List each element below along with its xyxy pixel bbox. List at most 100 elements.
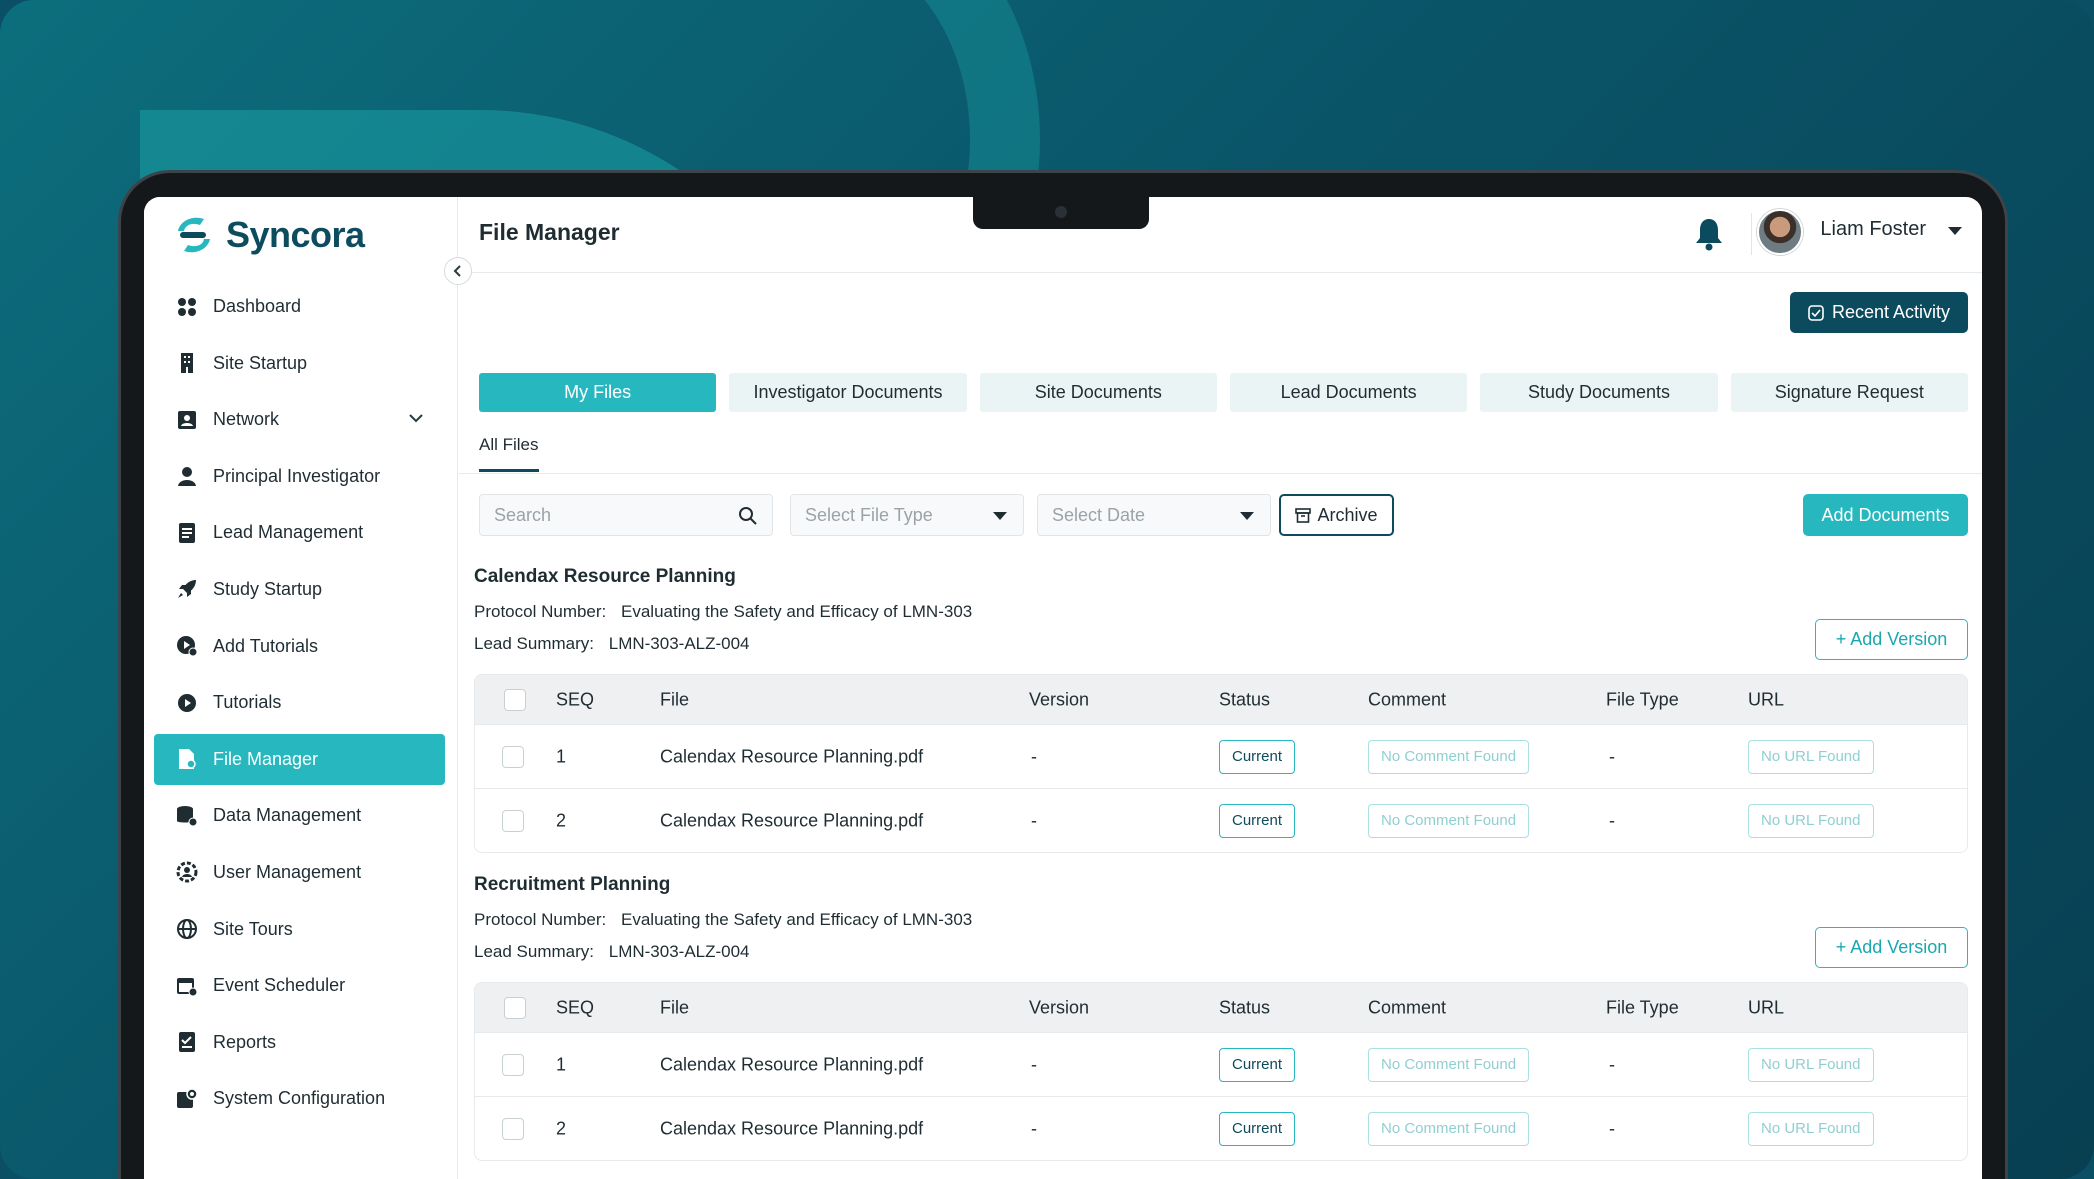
row-file-type: - [1609,810,1615,830]
main-content: Recent Activity My Files Investigator Do… [459,274,1982,1179]
sidebar-item-add-tutorials[interactable]: Add Tutorials [154,621,445,672]
avatar[interactable] [1757,209,1803,255]
table-header: SEQ File Version Status Comment File Typ… [475,983,1967,1032]
row-checkbox[interactable] [502,745,524,768]
table-header: SEQ File Version Status Comment File Typ… [475,675,1967,724]
date-select[interactable]: Select Date [1037,494,1271,536]
file-group: Calendax Resource Planning Protocol Numb… [474,566,1968,856]
files-table: SEQ File Version Status Comment File Typ… [474,674,1968,853]
row-seq: 1 [556,1054,567,1074]
row-version: - [1031,810,1037,830]
archive-label: Archive [1317,504,1378,525]
add-version-button[interactable]: + Add Version [1815,619,1968,660]
search-input[interactable]: Search [479,494,773,536]
sidebar-item-reports[interactable]: Reports [154,1017,445,1068]
sidebar-item-principal-investigator[interactable]: Principal Investigator [154,451,445,502]
chevron-down-icon[interactable] [409,410,423,426]
file-group-title: Calendax Resource Planning [474,566,736,587]
table-row[interactable]: 2 Calendax Resource Planning.pdf - Curre… [475,788,1967,852]
protocol-number: Protocol Number: Evaluating the Safety a… [474,910,972,930]
collapse-sidebar-button[interactable] [444,257,472,285]
url-badge: No URL Found [1748,803,1874,838]
column-url: URL [1748,997,1785,1017]
row-checkbox[interactable] [502,809,524,832]
sidebar-item-site-tours[interactable]: Site Tours [154,904,445,955]
caret-down-icon [993,512,1007,520]
sidebar-item-label: File Manager [213,748,319,769]
column-url: URL [1748,689,1785,709]
sidebar-item-event-scheduler[interactable]: Event Scheduler [154,960,445,1011]
column-comment: Comment [1368,689,1447,709]
laptop-notch [973,197,1149,229]
tab-signature-request[interactable]: Signature Request [1730,373,1968,412]
sidebar-item-site-startup[interactable]: Site Startup [154,338,445,389]
comment-badge: No Comment Found [1368,1111,1530,1146]
sidebar-item-label: User Management [213,861,362,882]
user-gear-icon [176,861,198,883]
column-file: File [660,689,690,709]
add-version-button[interactable]: + Add Version [1815,927,1968,968]
tab-my-files[interactable]: My Files [479,373,717,412]
page-title: File Manager [479,219,620,245]
row-file-name[interactable]: Calendax Resource Planning.pdf [660,1054,923,1075]
app-screen: Syncora Dashboard Site Startup Network P… [144,197,1982,1179]
sidebar-item-system-configuration[interactable]: System Configuration [154,1073,445,1124]
sidebar-item-study-startup[interactable]: Study Startup [154,564,445,615]
sidebar-item-network[interactable]: Network [154,394,445,445]
column-seq: SEQ [556,689,595,709]
subtab-all-files[interactable]: All Files [479,435,539,472]
row-file-name[interactable]: Calendax Resource Planning.pdf [660,1118,923,1139]
row-version: - [1031,1054,1037,1074]
filter-toolbar: Search Select File Type Select Date Arch… [479,494,1968,536]
add-documents-button[interactable]: Add Documents [1803,494,1968,536]
status-badge: Current [1219,803,1296,838]
sidebar-item-data-management[interactable]: Data Management [154,790,445,841]
sidebar-item-label: Data Management [213,805,362,826]
file-type-select[interactable]: Select File Type [790,494,1024,536]
table-row[interactable]: 2 Calendax Resource Planning.pdf - Curre… [475,1096,1967,1160]
tab-lead-documents[interactable]: Lead Documents [1229,373,1468,412]
search-icon [739,507,757,525]
sidebar-item-lead-management[interactable]: Lead Management [154,507,445,558]
table-row[interactable]: 1 Calendax Resource Planning.pdf - Curre… [475,1032,1967,1096]
row-file-type: - [1609,746,1615,766]
protocol-value: Evaluating the Safety and Efficacy of LM… [621,910,973,929]
protocol-value: Evaluating the Safety and Efficacy of LM… [621,602,973,621]
globe-icon [176,918,198,940]
tab-investigator-documents[interactable]: Investigator Documents [729,373,967,412]
divider [459,473,1982,474]
lead-summary: Lead Summary: LMN-303-ALZ-004 [474,634,750,654]
logo[interactable]: Syncora [172,213,365,257]
row-file-type: - [1609,1118,1615,1138]
lead-summary: Lead Summary: LMN-303-ALZ-004 [474,942,750,962]
table-row[interactable]: 1 Calendax Resource Planning.pdf - Curre… [475,724,1967,788]
url-badge: No URL Found [1748,739,1874,774]
tab-site-documents[interactable]: Site Documents [979,373,1217,412]
column-file-type: File Type [1606,997,1679,1017]
select-all-checkbox[interactable] [504,688,526,711]
recent-activity-button[interactable]: Recent Activity [1790,292,1968,333]
select-all-checkbox[interactable] [504,996,526,1019]
row-checkbox[interactable] [502,1117,524,1140]
lead-summary-value: LMN-303-ALZ-004 [608,634,750,653]
sidebar-item-tutorials[interactable]: Tutorials [154,677,445,728]
camera-icon [1055,206,1067,218]
row-file-name[interactable]: Calendax Resource Planning.pdf [660,810,923,831]
archive-button[interactable]: Archive [1279,494,1394,536]
lead-summary-label: Lead Summary: [474,942,594,961]
activity-icon [1808,304,1824,321]
sidebar-item-user-management[interactable]: User Management [154,847,445,898]
sidebar-item-file-manager[interactable]: File Manager [154,733,445,785]
row-checkbox[interactable] [502,1053,524,1076]
file-manager-icon [176,748,198,770]
tab-study-documents[interactable]: Study Documents [1480,373,1718,412]
bell-icon[interactable] [1694,217,1724,251]
caret-down-icon[interactable] [1948,227,1962,235]
file-group: Recruitment Planning Protocol Number: Ev… [474,874,1968,1179]
column-comment: Comment [1368,997,1447,1017]
row-file-name[interactable]: Calendax Resource Planning.pdf [660,746,923,767]
user-name[interactable]: Liam Foster [1820,218,1926,241]
sidebar-item-dashboard[interactable]: Dashboard [154,281,445,332]
app-name: Syncora [226,214,365,255]
protocol-label: Protocol Number: [474,602,607,621]
